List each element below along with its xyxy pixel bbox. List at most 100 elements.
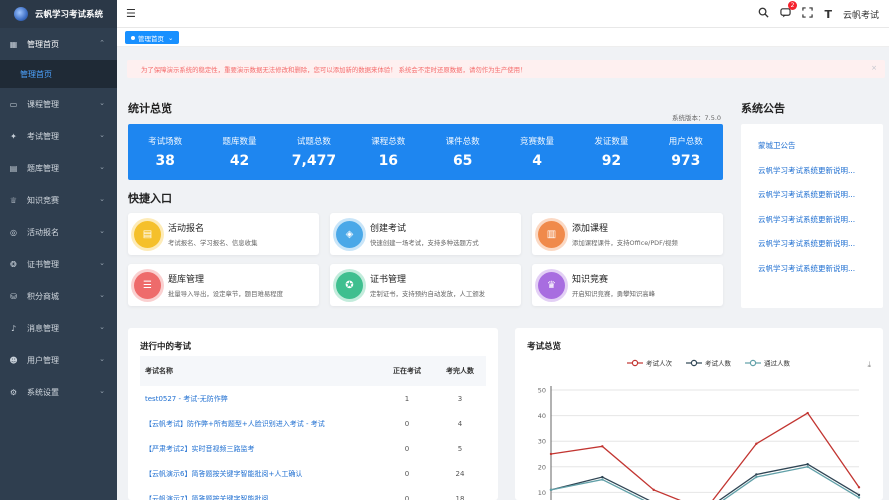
col-exam-name: 考试名称 [140,356,380,386]
medal-icon: ✪ [336,271,363,299]
clipboard-icon: ▤ [134,220,161,248]
sidebar-subitem-dashboard[interactable]: 管理首页 [0,60,117,88]
finished-count: 3 [457,394,463,403]
close-icon[interactable]: × [871,64,877,72]
notice-item[interactable]: 云帆学习考试系统更新说明... [741,232,883,257]
sidebar-item-exams[interactable]: ✦ 考试管理 ⌄ [0,120,117,152]
quick-contest[interactable]: ♛ 知识竞赛 开启知识竞赛，勇攀知识高峰 [532,264,723,306]
stat-user-count: 用户总数 973 [668,137,703,169]
brand[interactable]: 云帆学习考试系统 [0,0,117,28]
shield-icon: ◈ [336,220,363,248]
data-point [549,452,553,456]
chevron-down-icon: ⌄ [99,387,105,395]
stat-exam-count: 考试场数 38 [148,137,183,169]
demo-alert: 为了保障演示系统的稳定性，重要演示数据无法修改和删除，您可以添加新的数据来体验！… [127,60,885,78]
table-row: test0527 - 考试-无防作弊 1 3 [140,386,486,411]
table-row: 【严肃考试2】实时音视频三路监考 0 5 [140,436,486,461]
stat-bank-count: 题库数量 42 [222,137,257,169]
in-progress-count: 0 [404,494,410,500]
quick-certificate[interactable]: ✪ 证书管理 定制证书，支持预约自动发放，人工颁发 [330,264,521,306]
y-tick-label: 30 [538,438,546,446]
trophy-icon: ♛ [538,271,565,299]
finished-count: 18 [455,494,465,500]
bank-icon: ▤ [9,163,18,173]
exam-overview-chart: 考试人次 考试人数 通过人数 50 40 30 20 10 [538,359,861,500]
chevron-down-icon: ⌄ [99,131,105,139]
col-in-progress: 正在考试 [380,356,434,386]
y-tick-label: 50 [538,387,546,395]
menu-toggle-icon[interactable]: ☰ [126,7,136,20]
search-icon[interactable] [758,7,770,21]
sidebar-item-dashboard[interactable]: ▦ 管理首页 ⌃ [0,28,117,60]
sidebar-item-contest[interactable]: ♕ 知识竞赛 ⌄ [0,184,117,216]
in-progress-count: 0 [404,419,410,428]
notice-item[interactable]: 云帆学习考试系统更新说明... [741,208,883,233]
legend-label: 考试人次 [646,359,673,368]
sidebar-item-certificate[interactable]: ❂ 证书管理 ⌄ [0,248,117,280]
exam-name-link[interactable]: 【严肃考试2】实时音视频三路监考 [140,436,380,461]
chevron-down-icon: ⌄ [99,355,105,363]
tags-view: 管理首页 ⌄ [117,28,889,47]
quick-activity[interactable]: ▤ 活动报名 考试报名、学习报名、信息收集 [128,213,319,255]
chevron-down-icon: ⌄ [99,323,105,331]
sidebar-item-shop[interactable]: ⛁ 积分商城 ⌄ [0,280,117,312]
fullscreen-icon[interactable] [802,7,814,21]
stats-title: 统计总览 [128,102,172,115]
notice-item[interactable]: 云帆学习考试系统更新说明... [741,257,883,282]
stat-contest-count: 竞赛数量 4 [520,137,555,169]
ongoing-exams-card: 进行中的考试 考试名称 正在考试 考完人数 test0527 - 考试-无防作弊… [128,328,498,500]
exam-name-link[interactable]: 【云帆演示6】简答题按关键字智能批阅+人工确认 [140,461,380,486]
ongoing-exams-table: 考试名称 正在考试 考完人数 test0527 - 考试-无防作弊 1 3 【云… [140,356,486,500]
quick-add-course[interactable]: ▥ 添加课程 添加课程课件，支持Office/PDF/视频 [532,213,723,255]
bell-icon: ♪ [10,323,17,333]
sidebar-item-messages[interactable]: ♪ 消息管理 ⌄ [0,312,117,344]
notice-item[interactable]: 蒙城卫公告 [741,134,883,159]
font-size-icon[interactable]: T [824,8,832,21]
table-row: 【云帆考试】防作弊+所有题型+人脸识别进入考试 - 考试 0 4 [140,411,486,436]
message-icon[interactable]: 2 [780,1,798,21]
data-point [806,463,809,466]
user-menu[interactable]: 云帆考试 [843,8,879,21]
settings-icon: ✦ [10,131,17,141]
chevron-down-icon: ⌄ [99,291,105,299]
certificate-icon: ❂ [10,259,17,269]
sidebar-item-users[interactable]: ☻ 用户管理 ⌄ [0,344,117,376]
tag-dashboard[interactable]: 管理首页 ⌄ [125,31,180,44]
notice-item[interactable]: 云帆学习考试系统更新说明... [741,183,883,208]
sidebar-item-courses[interactable]: ▭ 课程管理 ⌄ [0,88,117,120]
logo-icon [14,7,28,21]
quick-create-exam[interactable]: ◈ 创建考试 快速创建一场考试，支持多种选题方式 [330,213,521,255]
chevron-down-icon: ⌄ [99,259,105,267]
data-point [601,478,604,481]
legend-marker [631,359,639,367]
message-badge: 2 [787,1,798,10]
system-version: 系统版本：7.5.0 [672,114,722,122]
header-actions: 2 T 云帆考试 [758,0,879,28]
sidebar-item-question-bank[interactable]: ▤ 题库管理 ⌄ [0,152,117,184]
sidebar-item-settings[interactable]: ⚙ 系统设置 ⌄ [0,376,117,408]
data-point [601,445,604,448]
quick-question-bank[interactable]: ☰ 题库管理 批量导入导出，设定章节，题目难易程度 [128,264,319,306]
trophy-icon: ♕ [9,195,18,205]
exam-name-link[interactable]: 【云帆演示7】简答题按关键字智能批阅 [140,486,380,500]
dot-icon [131,35,135,40]
finished-count: 4 [457,419,463,428]
table-row: 【云帆演示6】简答题按关键字智能批阅+人工确认 0 24 [140,461,486,486]
table-header-row: 考试名称 正在考试 考完人数 [140,356,486,386]
grid-icon: ▦ [9,39,18,49]
chevron-up-icon: ⌃ [99,39,105,47]
data-point [806,465,809,468]
exam-overview-card: 考试总览 ⤓ 考试人次 考试人数 通过人数 50 40 30 20 10 [515,328,883,500]
user-icon: ☻ [9,355,18,365]
legend-marker [749,359,757,367]
chevron-down-icon: ⌄ [99,99,105,107]
chevron-down-icon: ⌄ [168,33,174,42]
data-point [755,442,758,445]
notice-item[interactable]: 云帆学习考试系统更新说明... [741,159,883,184]
exam-name-link[interactable]: 【云帆考试】防作弊+所有题型+人脸识别进入考试 - 考试 [140,411,380,436]
data-point [857,493,861,497]
sidebar-item-activity[interactable]: ◎ 活动报名 ⌄ [0,216,117,248]
col-finished: 考完人数 [434,356,486,386]
legend-marker [690,359,698,367]
exam-name-link[interactable]: test0527 - 考试-无防作弊 [140,386,380,411]
